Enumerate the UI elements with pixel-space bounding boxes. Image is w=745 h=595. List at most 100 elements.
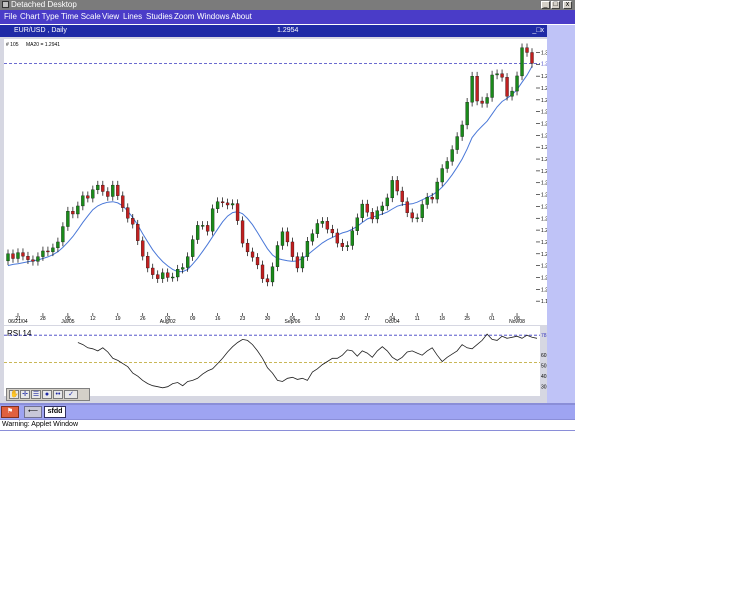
menu-view[interactable]: View (102, 10, 119, 24)
maximize-button[interactable]: □ (551, 1, 560, 9)
price-x-tick-day: 12 (90, 316, 96, 322)
candle-body (440, 168, 444, 183)
candle-body (415, 217, 419, 219)
candle-body (6, 253, 10, 262)
status-text: Warning: Applet Window (2, 421, 78, 428)
chart-last-price: 1.2954 (277, 27, 299, 34)
price-x-tick-month: Aug/02 (160, 319, 176, 325)
taskbar-item-sfdd[interactable]: sfdd (44, 406, 66, 418)
grid-icon[interactable]: ☰ (31, 390, 41, 399)
candle-body (131, 218, 135, 225)
price-x-tick-day: 13 (315, 316, 321, 322)
menu-studies[interactable]: Studies (146, 10, 173, 24)
candle-body (490, 74, 494, 98)
app-icon (2, 1, 9, 8)
menu-time-scale[interactable]: Time Scale (61, 10, 101, 24)
candle-body (300, 256, 305, 269)
candle-body (375, 210, 379, 220)
candle-body (225, 202, 230, 206)
rsi-plot-area (4, 326, 540, 396)
price-x-tick-month: Jul/05 (61, 319, 75, 325)
price-x-tick-day: 09 (190, 316, 196, 322)
price-y-tick-label: 1.2600 (541, 145, 547, 151)
candle-body (320, 221, 325, 224)
candle-body (96, 184, 100, 190)
close-button[interactable]: x (563, 1, 572, 9)
minimize-button[interactable]: _ (541, 1, 550, 9)
candle-body (395, 180, 399, 192)
price-y-tick-label: 1.2300 (541, 216, 547, 222)
price-x-tick-day: 30 (265, 316, 271, 322)
taskbar: ⚑ ⟵ sfdd (0, 405, 575, 419)
candle-body (195, 225, 200, 240)
candle-body (121, 195, 125, 208)
candle-body (161, 272, 165, 279)
circle-icon[interactable]: ● (42, 390, 52, 399)
candle-body (390, 180, 394, 199)
price-x-tick-day: 25 (464, 316, 470, 322)
price-y-tick-label: 1.2200 (541, 240, 547, 246)
window-titlebar: Detached Desktop _ □ x (0, 0, 575, 10)
crosshair-icon[interactable]: ✛ (20, 390, 30, 399)
price-y-tick-label: 1.2800 (541, 98, 547, 104)
candle-body (470, 76, 474, 103)
price-x-tick-day: 19 (115, 316, 121, 322)
price-x-tick-day: 26 (140, 316, 146, 322)
candle-body (245, 242, 250, 253)
candle-body (275, 245, 280, 267)
price-x-tick-day: 23 (240, 316, 246, 322)
price-y-tick-label: 1.2000 (541, 287, 547, 293)
candle-body (455, 136, 459, 150)
menu-file[interactable]: File (4, 10, 17, 24)
candle-body (500, 73, 504, 78)
rsi-title: RSI 14 (7, 329, 32, 338)
menu-chart-type[interactable]: Chart Type (20, 10, 59, 24)
price-y-tick-label: 1.2400 (541, 193, 547, 199)
candle-body (530, 52, 534, 64)
candle-body (465, 102, 469, 126)
candle-body (525, 47, 529, 53)
rsi-y-tick-label: 40.0000 (541, 374, 547, 380)
ma-value-label: MA20 = 1.2941 (26, 42, 60, 48)
menu-about[interactable]: About (231, 10, 252, 24)
status-bar: Warning: Applet Window (0, 419, 575, 431)
candle-body (171, 276, 175, 279)
chart-window-controls[interactable]: _□x (532, 26, 544, 36)
candle-body (260, 264, 265, 279)
hand-icon[interactable]: ✋ (9, 390, 19, 399)
menu-windows[interactable]: Windows (197, 10, 229, 24)
candle-body (325, 221, 330, 230)
candle-body (330, 229, 335, 234)
candle-body (46, 250, 50, 253)
candle-body (31, 259, 35, 262)
bars-count-label: # 105 (6, 42, 19, 48)
price-x-tick-day: 16 (215, 316, 221, 322)
price-x-tick-day: 11 (415, 316, 420, 322)
menu-zoom[interactable]: Zoom (174, 10, 194, 24)
price-x-tick-month: Oct/04 (385, 319, 400, 325)
price-y-tick-label: 1.2550 (541, 157, 547, 163)
candle-body (181, 267, 185, 270)
price-chart[interactable]: # 105 MA20 = 1.2941 1.30001.29501.29001.… (0, 37, 547, 326)
menu-lines[interactable]: Lines (123, 10, 142, 24)
candle-body (146, 256, 150, 269)
candle-body (505, 77, 509, 97)
price-y-tick-label: 1.2700 (541, 122, 547, 128)
candle-body (101, 184, 105, 192)
price-y-tick-label: 1.2450 (541, 181, 547, 187)
price-x-tick-month: Sep/06 (285, 319, 301, 325)
check-icon[interactable]: ✓ (64, 390, 78, 399)
candle-body (91, 189, 95, 199)
candle-body (116, 184, 120, 196)
price-y-tick-label: 1.2100 (541, 264, 547, 270)
taskbar-back-button[interactable]: ⟵ (24, 406, 42, 418)
candle-body (71, 211, 75, 215)
candle-body (420, 204, 424, 218)
price-y-tick-label: 1.2650 (541, 133, 547, 139)
start-button[interactable]: ⚑ (1, 406, 19, 418)
candle-body (21, 252, 25, 257)
price-x-tick-day: 20 (340, 316, 346, 322)
dots-icon[interactable]: •• (53, 390, 63, 399)
candle-body (475, 76, 479, 102)
candle-body (445, 161, 449, 169)
